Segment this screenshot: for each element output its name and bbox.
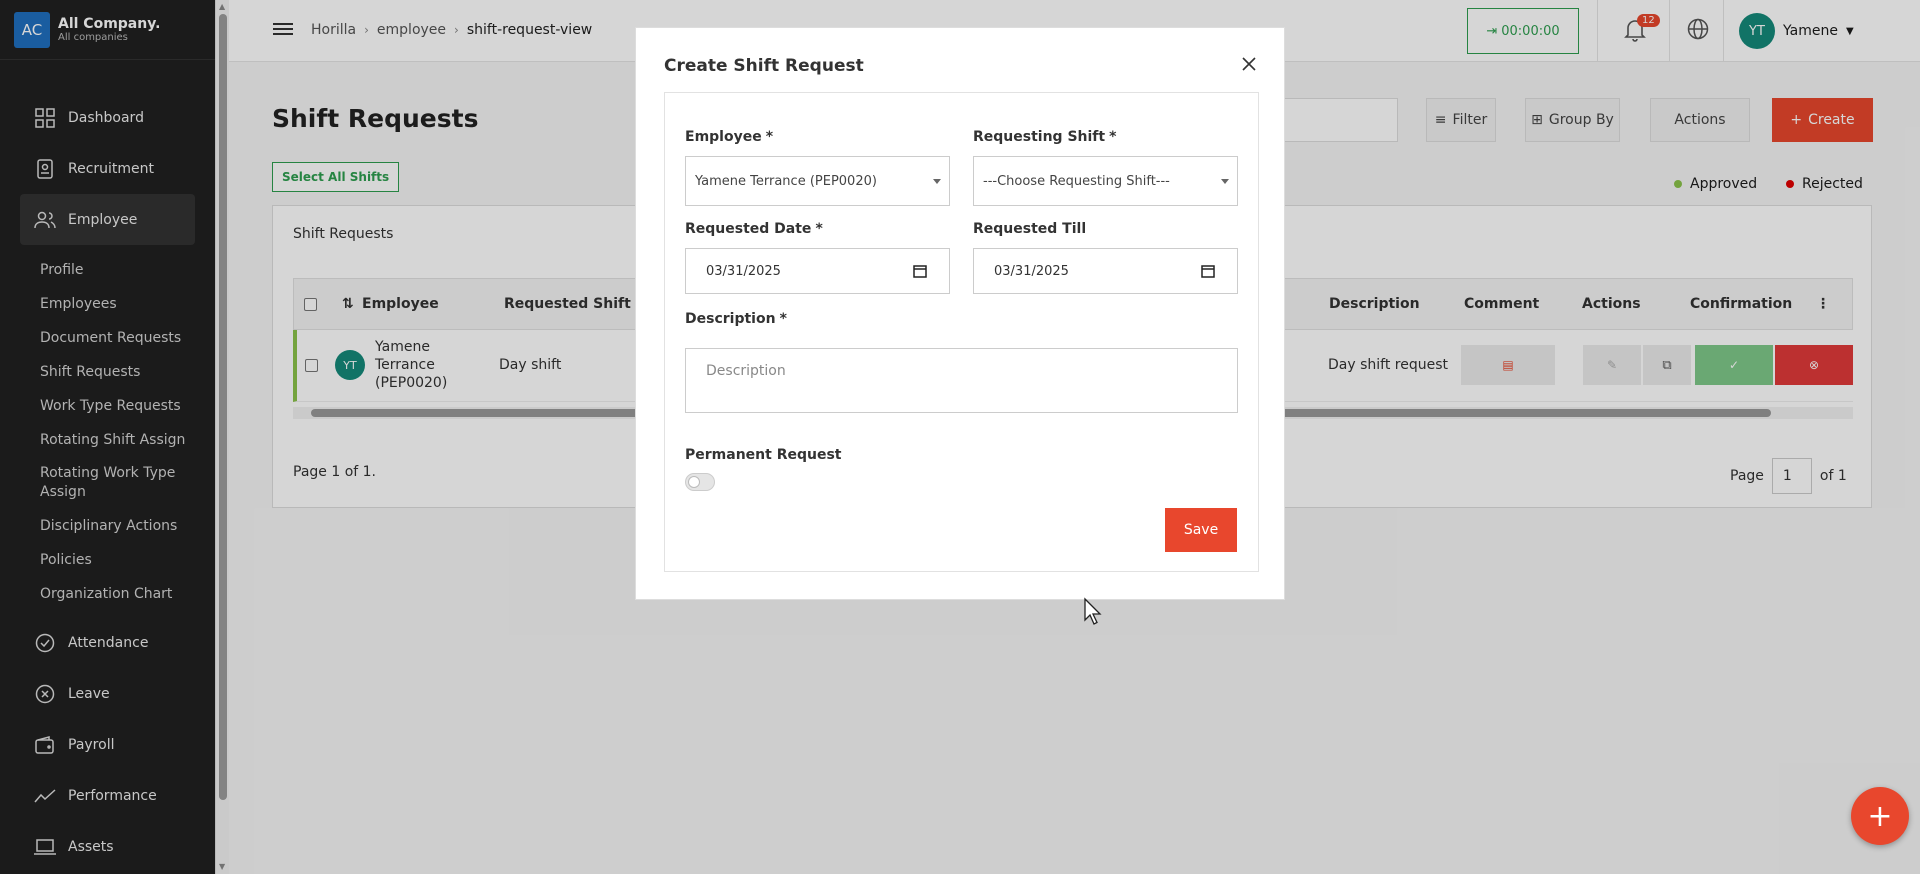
modal-title: Create Shift Request: [664, 56, 864, 76]
required-mark: *: [815, 221, 823, 237]
requesting-shift-label-text: Requesting Shift: [973, 129, 1106, 145]
employee-select-value: Yamene Terrance (PEP0020): [695, 173, 877, 189]
description-textarea[interactable]: Description: [685, 348, 1238, 413]
required-mark: *: [765, 129, 774, 145]
requested-till-input[interactable]: 03/31/2025: [973, 248, 1238, 294]
modal-backdrop[interactable]: Create Shift Request Employee * Yamene Te…: [0, 0, 1920, 874]
close-icon[interactable]: [1241, 56, 1261, 76]
shift-request-form: Employee * Yamene Terrance (PEP0020) Requ…: [664, 92, 1259, 572]
employee-select[interactable]: Yamene Terrance (PEP0020): [685, 156, 950, 206]
create-shift-request-modal: Create Shift Request Employee * Yamene Te…: [635, 27, 1285, 600]
save-button[interactable]: Save: [1165, 508, 1237, 552]
requested-date-label: Requested Date *: [685, 221, 823, 237]
chevron-down-icon: [933, 179, 941, 184]
chevron-down-icon: [1221, 179, 1229, 184]
description-label: Description *: [685, 311, 787, 327]
employee-label: Employee *: [685, 129, 773, 145]
calendar-icon[interactable]: [913, 264, 927, 282]
requested-till-value: 03/31/2025: [994, 263, 1069, 279]
description-label-text: Description: [685, 311, 776, 327]
calendar-icon[interactable]: [1201, 264, 1215, 282]
requesting-shift-placeholder: ---Choose Requesting Shift---: [983, 173, 1170, 189]
requested-till-label: Requested Till: [973, 221, 1087, 237]
required-mark: *: [779, 311, 787, 327]
requesting-shift-select[interactable]: ---Choose Requesting Shift---: [973, 156, 1238, 206]
quick-add-button[interactable]: +: [1851, 787, 1909, 845]
permanent-request-toggle[interactable]: [685, 473, 715, 491]
requested-date-value: 03/31/2025: [706, 263, 781, 279]
requested-date-input[interactable]: 03/31/2025: [685, 248, 950, 294]
requested-date-label-text: Requested Date: [685, 221, 812, 237]
toggle-knob: [688, 476, 700, 488]
mouse-cursor-icon: [1083, 597, 1103, 629]
requesting-shift-label: Requesting Shift *: [973, 129, 1116, 145]
employee-label-text: Employee: [685, 129, 762, 145]
permanent-request-label: Permanent Request: [685, 447, 842, 463]
required-mark: *: [1109, 129, 1117, 145]
